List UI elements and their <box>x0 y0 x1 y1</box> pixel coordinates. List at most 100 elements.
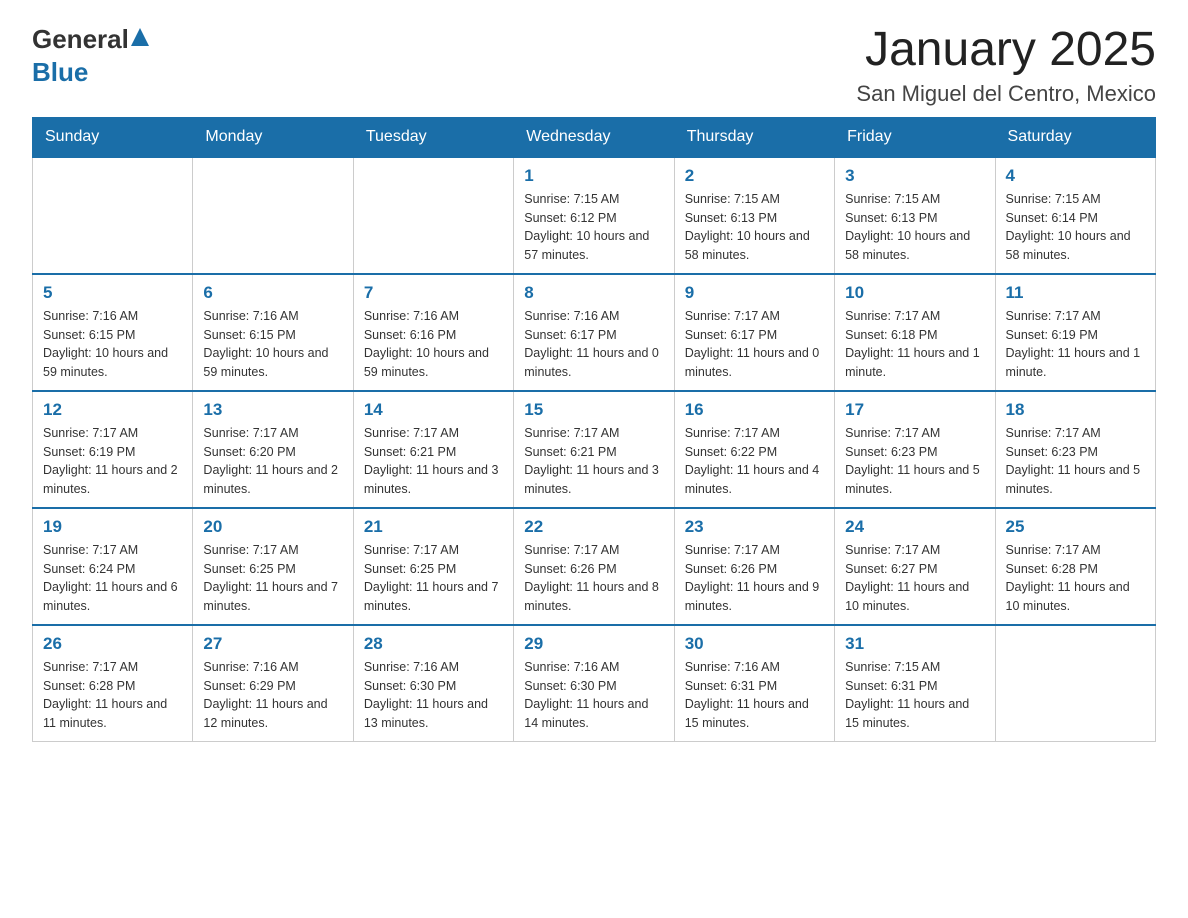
calendar-cell: 21Sunrise: 7:17 AMSunset: 6:25 PMDayligh… <box>353 508 513 625</box>
day-info: Sunrise: 7:17 AMSunset: 6:25 PMDaylight:… <box>203 541 342 616</box>
page-header: General Blue January 2025 San Miguel del… <box>32 24 1156 107</box>
calendar-cell: 19 Sunrise: 7:17 AMSunset: 6:24 PMDayligh… <box>33 508 193 625</box>
day-number: 17 <box>845 400 984 420</box>
day-info: Sunrise: 7:17 AMSunset: 6:24 PMDaylight:… <box>43 541 182 616</box>
calendar-cell: 20 Sunrise: 7:17 AMSunset: 6:25 PMDayligh… <box>193 508 353 625</box>
day-number: 24 <box>845 517 984 537</box>
day-number: 28 <box>364 634 503 654</box>
day-number: 30 <box>685 634 824 654</box>
calendar-cell: 11 Sunrise: 7:17 AMSunset: 6:19 PMDayligh… <box>995 274 1155 391</box>
calendar-day-header: Sunday <box>33 117 193 157</box>
day-info: Sunrise: 7:17 AMSunset: 6:21 PMDaylight:… <box>524 424 663 499</box>
calendar-cell <box>33 157 193 274</box>
calendar-cell: 3Sunrise: 7:15 AMSunset: 6:13 PMDaylight… <box>835 157 995 274</box>
calendar-cell <box>995 625 1155 742</box>
day-number: 10 <box>845 283 984 303</box>
calendar-day-header: Friday <box>835 117 995 157</box>
day-number: 11 <box>1006 283 1145 303</box>
day-number: 20 <box>203 517 342 537</box>
calendar-table: SundayMondayTuesdayWednesdayThursdayFrid… <box>32 117 1156 742</box>
calendar-header-row: SundayMondayTuesdayWednesdayThursdayFrid… <box>33 117 1156 157</box>
logo-general: General <box>32 24 129 54</box>
day-number: 8 <box>524 283 663 303</box>
day-number: 18 <box>1006 400 1145 420</box>
logo: General Blue <box>32 24 149 88</box>
day-info: Sunrise: 7:16 AMSunset: 6:16 PMDaylight:… <box>364 307 503 382</box>
day-info: Sunrise: 7:17 AMSunset: 6:19 PMDaylight:… <box>1006 307 1145 382</box>
day-info: Sunrise: 7:17 AMSunset: 6:27 PMDaylight:… <box>845 541 984 616</box>
day-number: 27 <box>203 634 342 654</box>
day-info: Sunrise: 7:17 AMSunset: 6:18 PMDaylight:… <box>845 307 984 382</box>
day-number: 7 <box>364 283 503 303</box>
calendar-cell: 6Sunrise: 7:16 AMSunset: 6:15 PMDaylight… <box>193 274 353 391</box>
calendar-cell: 25Sunrise: 7:17 AMSunset: 6:28 PMDayligh… <box>995 508 1155 625</box>
calendar-cell: 4 Sunrise: 7:15 AMSunset: 6:14 PMDaylight… <box>995 157 1155 274</box>
day-info: Sunrise: 7:17 AMSunset: 6:21 PMDaylight:… <box>364 424 503 499</box>
day-number: 5 <box>43 283 182 303</box>
day-info: Sunrise: 7:17 AMSunset: 6:28 PMDaylight:… <box>43 658 182 733</box>
calendar-day-header: Thursday <box>674 117 834 157</box>
day-number: 26 <box>43 634 182 654</box>
calendar-cell <box>353 157 513 274</box>
calendar-cell: 31 Sunrise: 7:15 AMSunset: 6:31 PMDayligh… <box>835 625 995 742</box>
day-number: 31 <box>845 634 984 654</box>
day-info: Sunrise: 7:17 AMSunset: 6:26 PMDaylight:… <box>524 541 663 616</box>
calendar-cell: 28 Sunrise: 7:16 AMSunset: 6:30 PMDayligh… <box>353 625 513 742</box>
day-info: Sunrise: 7:17 AMSunset: 6:26 PMDaylight:… <box>685 541 824 616</box>
logo-triangle-icon <box>131 22 149 53</box>
day-info: Sunrise: 7:16 AMSunset: 6:15 PMDaylight:… <box>43 307 182 382</box>
day-info: Sunrise: 7:17 AMSunset: 6:25 PMDaylight:… <box>364 541 503 616</box>
calendar-cell: 27 Sunrise: 7:16 AMSunset: 6:29 PMDayligh… <box>193 625 353 742</box>
day-number: 23 <box>685 517 824 537</box>
day-info: Sunrise: 7:16 AMSunset: 6:30 PMDaylight:… <box>364 658 503 733</box>
day-info: Sunrise: 7:16 AMSunset: 6:15 PMDaylight:… <box>203 307 342 382</box>
main-title: January 2025 <box>856 24 1156 77</box>
day-info: Sunrise: 7:16 AMSunset: 6:29 PMDaylight:… <box>203 658 342 733</box>
calendar-cell: 26 Sunrise: 7:17 AMSunset: 6:28 PMDayligh… <box>33 625 193 742</box>
calendar-cell: 5 Sunrise: 7:16 AMSunset: 6:15 PMDaylight… <box>33 274 193 391</box>
calendar-cell: 8 Sunrise: 7:16 AMSunset: 6:17 PMDaylight… <box>514 274 674 391</box>
day-info: Sunrise: 7:15 AMSunset: 6:31 PMDaylight:… <box>845 658 984 733</box>
day-number: 4 <box>1006 166 1145 186</box>
calendar-cell: 10 Sunrise: 7:17 AMSunset: 6:18 PMDayligh… <box>835 274 995 391</box>
calendar-day-header: Tuesday <box>353 117 513 157</box>
calendar-cell: 9 Sunrise: 7:17 AMSunset: 6:17 PMDaylight… <box>674 274 834 391</box>
day-number: 14 <box>364 400 503 420</box>
logo-blue: Blue <box>32 57 88 87</box>
day-info: Sunrise: 7:17 AMSunset: 6:23 PMDaylight:… <box>845 424 984 499</box>
day-number: 9 <box>685 283 824 303</box>
day-number: 22 <box>524 517 663 537</box>
day-info: Sunrise: 7:16 AMSunset: 6:17 PMDaylight:… <box>524 307 663 382</box>
calendar-week-row: 12 Sunrise: 7:17 AMSunset: 6:19 PMDayligh… <box>33 391 1156 508</box>
calendar-day-header: Saturday <box>995 117 1155 157</box>
day-info: Sunrise: 7:15 AMSunset: 6:12 PMDaylight:… <box>524 190 663 265</box>
day-info: Sunrise: 7:15 AMSunset: 6:14 PMDaylight:… <box>1006 190 1145 265</box>
day-info: Sunrise: 7:17 AMSunset: 6:23 PMDaylight:… <box>1006 424 1145 499</box>
day-number: 12 <box>43 400 182 420</box>
day-number: 16 <box>685 400 824 420</box>
calendar-header: SundayMondayTuesdayWednesdayThursdayFrid… <box>33 117 1156 157</box>
day-number: 1 <box>524 166 663 186</box>
day-info: Sunrise: 7:17 AMSunset: 6:17 PMDaylight:… <box>685 307 824 382</box>
calendar-week-row: 19 Sunrise: 7:17 AMSunset: 6:24 PMDayligh… <box>33 508 1156 625</box>
day-number: 3 <box>845 166 984 186</box>
day-info: Sunrise: 7:15 AMSunset: 6:13 PMDaylight:… <box>685 190 824 265</box>
calendar-week-row: 5 Sunrise: 7:16 AMSunset: 6:15 PMDaylight… <box>33 274 1156 391</box>
calendar-cell: 30Sunrise: 7:16 AMSunset: 6:31 PMDayligh… <box>674 625 834 742</box>
day-number: 29 <box>524 634 663 654</box>
calendar-cell: 18 Sunrise: 7:17 AMSunset: 6:23 PMDayligh… <box>995 391 1155 508</box>
calendar-cell: 22 Sunrise: 7:17 AMSunset: 6:26 PMDayligh… <box>514 508 674 625</box>
calendar-week-row: 1 Sunrise: 7:15 AMSunset: 6:12 PMDaylight… <box>33 157 1156 274</box>
calendar-cell <box>193 157 353 274</box>
calendar-body: 1 Sunrise: 7:15 AMSunset: 6:12 PMDaylight… <box>33 157 1156 742</box>
calendar-day-header: Wednesday <box>514 117 674 157</box>
calendar-cell: 17 Sunrise: 7:17 AMSunset: 6:23 PMDayligh… <box>835 391 995 508</box>
day-info: Sunrise: 7:17 AMSunset: 6:28 PMDaylight:… <box>1006 541 1145 616</box>
day-number: 13 <box>203 400 342 420</box>
day-number: 19 <box>43 517 182 537</box>
title-block: January 2025 San Miguel del Centro, Mexi… <box>856 24 1156 107</box>
day-info: Sunrise: 7:17 AMSunset: 6:19 PMDaylight:… <box>43 424 182 499</box>
calendar-cell: 16Sunrise: 7:17 AMSunset: 6:22 PMDayligh… <box>674 391 834 508</box>
calendar-cell: 23 Sunrise: 7:17 AMSunset: 6:26 PMDayligh… <box>674 508 834 625</box>
calendar-cell: 2Sunrise: 7:15 AMSunset: 6:13 PMDaylight… <box>674 157 834 274</box>
